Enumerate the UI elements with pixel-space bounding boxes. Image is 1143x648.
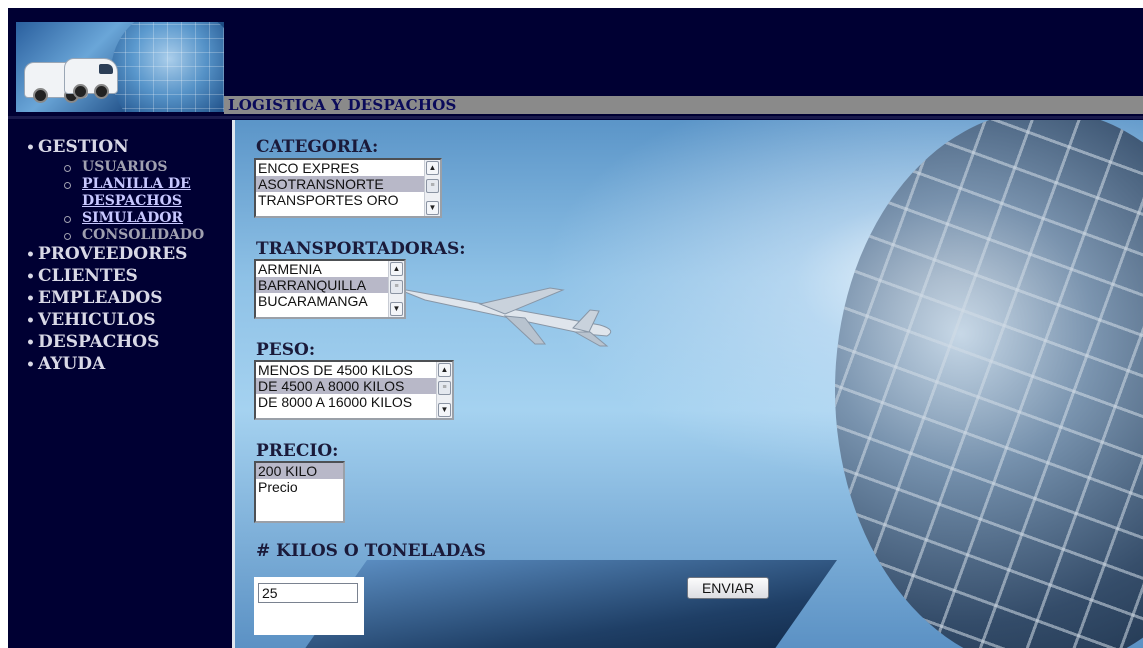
listbox-option[interactable]: TRANSPORTES ORO [256,192,440,208]
listbox-option-selected[interactable]: 200 KILO [256,463,343,479]
enviar-button[interactable]: ENVIAR [687,577,769,599]
bullet-icon: • [26,313,35,329]
listbox-option-selected[interactable]: ASOTRANSNORTE [256,176,440,192]
simulador-link[interactable]: SIMULADOR [82,210,183,226]
peso-listbox[interactable]: MENOS DE 4500 KILOS DE 4500 A 8000 KILOS… [254,360,454,420]
airplane-graphic [394,287,612,347]
bullet-icon: • [26,291,35,307]
submenu-item-label: USUARIOS [82,159,168,175]
circle-bullet-icon [64,182,71,189]
menu-item-label: VEHICULOS [38,310,156,330]
precio-listbox[interactable]: 200 KILO Precio [254,461,345,523]
logo-banner [16,22,224,112]
skyscraper-graphic [282,560,838,648]
page-title: LOGISTICA Y DESPACHOS [228,96,457,114]
menu-item-label: AYUDA [38,354,106,374]
main-content: CATEGORIA: ENCO EXPRES ASOTRANSNORTE TRA… [232,120,1143,648]
menu-item-clientes[interactable]: • CLIENTES [26,266,204,288]
menu-item-ayuda[interactable]: • AYUDA [26,354,204,376]
transportadoras-listbox[interactable]: ARMENIA BARRANQUILLA BUCARAMANGA ▲ ≡ ▼ [254,259,406,319]
listbox-scrollbar[interactable]: ▲ ≡ ▼ [388,261,404,317]
menu-item-label: GESTION [38,137,129,157]
categoria-label: CATEGORIA: [256,137,379,157]
main-menu: • GESTION USUARIOS PLANILLA DE DESPACHOS … [26,137,204,376]
menu-item-label: PROVEEDORES [38,244,188,264]
scroll-down-icon[interactable]: ▼ [426,201,439,215]
circle-bullet-icon [64,233,71,240]
header-divider [8,116,1143,119]
precio-label: PRECIO: [256,441,339,461]
menu-item-gestion[interactable]: • GESTION USUARIOS PLANILLA DE DESPACHOS … [26,137,204,244]
submenu-item-simulador[interactable]: SIMULADOR [64,210,204,227]
submenu-item-usuarios[interactable]: USUARIOS [64,159,204,176]
listbox-option[interactable]: Precio [256,479,343,495]
listbox-scrollbar[interactable]: ▲ ≡ ▼ [424,160,440,216]
submenu-item-consolidado[interactable]: CONSOLIDADO [64,227,204,244]
submenu-gestion: USUARIOS PLANILLA DE DESPACHOS SIMULADOR… [26,159,204,244]
listbox-option[interactable]: BUCARAMANGA [256,293,404,309]
scroll-down-icon[interactable]: ▼ [438,403,451,417]
submenu-item-label: CONSOLIDADO [82,227,205,243]
header: LOGISTICA Y DESPACHOS [8,8,1143,119]
menu-item-vehiculos[interactable]: • VEHICULOS [26,310,204,332]
listbox-scrollbar[interactable]: ▲ ≡ ▼ [436,362,452,418]
bullet-icon: • [26,357,35,373]
scroll-up-icon[interactable]: ▲ [390,262,403,276]
circle-bullet-icon [64,216,71,223]
van-icon [64,58,118,99]
sidebar: • GESTION USUARIOS PLANILLA DE DESPACHOS … [8,120,232,648]
bullet-icon: • [26,335,35,351]
page-frame: LOGISTICA Y DESPACHOS • GESTION USUARIOS … [8,8,1143,648]
transportadoras-label: TRANSPORTADORAS: [256,239,466,259]
categoria-listbox[interactable]: ENCO EXPRES ASOTRANSNORTE TRANSPORTES OR… [254,158,442,218]
title-bar: LOGISTICA Y DESPACHOS [224,96,1143,114]
listbox-option[interactable]: ARMENIA [256,261,404,277]
scroll-thumb[interactable]: ≡ [438,381,451,395]
submenu-item-planilla-de-despachos[interactable]: PLANILLA DE DESPACHOS [64,176,202,210]
menu-item-label: DESPACHOS [38,332,160,352]
kilos-field-container: 25 [254,577,364,635]
listbox-option[interactable]: DE 8000 A 16000 KILOS [256,394,452,410]
scroll-thumb[interactable]: ≡ [390,280,403,294]
peso-label: PESO: [256,340,316,360]
kilos-label: # KILOS O TONELADAS [256,541,486,561]
listbox-option[interactable]: ENCO EXPRES [256,160,440,176]
bullet-icon: • [26,269,35,285]
globe-grid-graphic [111,22,224,112]
scroll-up-icon[interactable]: ▲ [426,161,439,175]
menu-item-label: EMPLEADOS [38,288,163,308]
menu-item-label: CLIENTES [38,266,138,286]
listbox-option-selected[interactable]: BARRANQUILLA [256,277,404,293]
scroll-down-icon[interactable]: ▼ [390,302,403,316]
kilos-input[interactable]: 25 [258,583,358,603]
circle-bullet-icon [64,165,71,172]
bullet-icon: • [26,140,35,156]
menu-item-proveedores[interactable]: • PROVEEDORES [26,244,204,266]
listbox-option-selected[interactable]: DE 4500 A 8000 KILOS [256,378,452,394]
scroll-thumb[interactable]: ≡ [426,179,439,193]
menu-item-empleados[interactable]: • EMPLEADOS [26,288,204,310]
menu-item-despachos[interactable]: • DESPACHOS [26,332,204,354]
bullet-icon: • [26,247,35,263]
listbox-option[interactable]: MENOS DE 4500 KILOS [256,362,452,378]
planilla-de-despachos-link[interactable]: PLANILLA DE DESPACHOS [82,176,191,209]
scroll-up-icon[interactable]: ▲ [438,363,451,377]
